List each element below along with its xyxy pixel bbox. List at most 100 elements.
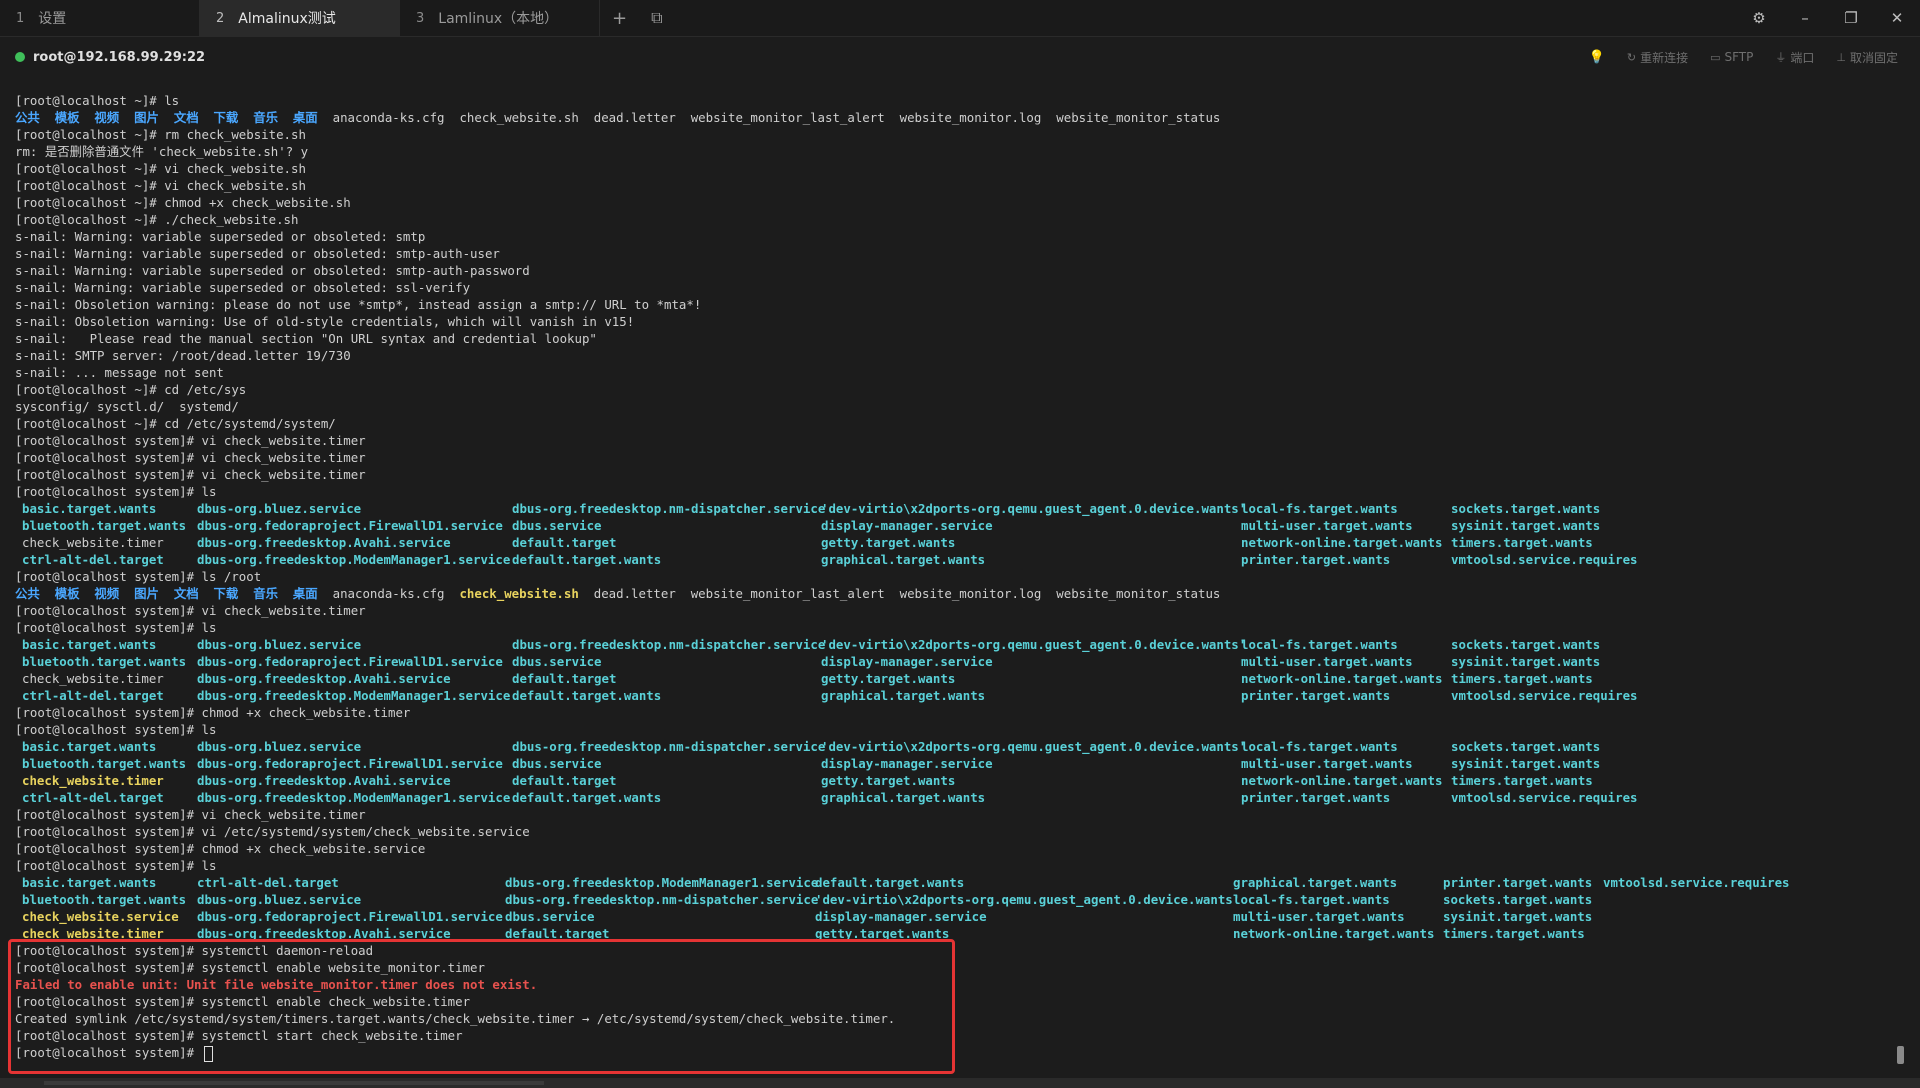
ls-file: website_monitor_status <box>1056 110 1221 125</box>
scrollbar[interactable] <box>1897 1046 1904 1064</box>
tab-almalinux[interactable]: 2 Almalinux测试 <box>200 0 400 36</box>
ls-row: check_website.timer dbus-org.freedesktop.… <box>15 772 1895 789</box>
close-icon[interactable]: ✕ <box>1874 0 1920 36</box>
ls-entry: bluetooth.target.wants <box>22 756 187 771</box>
ls-dir: 音乐 <box>253 586 278 601</box>
terminal-line: [root@localhost system]# vi /etc/systemd… <box>15 824 530 839</box>
port-button[interactable]: ⏚ 端口 <box>1775 49 1814 66</box>
unpin-button[interactable]: ⊥ 取消固定 <box>1836 49 1898 66</box>
ls-entry: graphical.target.wants <box>1233 875 1398 890</box>
ls-output-system: basic.target.wants dbus-org.bluez.service… <box>15 500 1895 568</box>
ls-entry: basic.target.wants <box>22 739 157 754</box>
ls-entry: graphical.target.wants <box>821 790 986 805</box>
ls-entry: dbus-org.freedesktop.ModemManager1.servi… <box>197 552 511 567</box>
terminal-line: s-nail: Please read the manual section "… <box>15 331 597 346</box>
ls-dir: 图片 <box>134 586 159 601</box>
terminal-line: [root@localhost system]# vi check_websit… <box>15 467 366 482</box>
minimize-icon[interactable]: – <box>1782 0 1828 36</box>
terminal-line: [root@localhost system]# ls <box>15 858 217 873</box>
refresh-icon: ↻ <box>1626 50 1637 64</box>
terminal-line: [root@localhost system]# chmod +x check_… <box>15 705 411 720</box>
ls-entry: printer.target.wants <box>1241 552 1391 567</box>
ls-entry: sockets.target.wants <box>1443 892 1593 907</box>
ls-row: ctrl-alt-del.target dbus-org.freedesktop.… <box>15 789 1895 806</box>
ls-entry: local-fs.target.wants <box>1241 637 1398 652</box>
ls-entry: timers.target.wants <box>1443 926 1585 941</box>
gear-icon[interactable]: ⚙ <box>1736 0 1782 36</box>
terminal-output[interactable]: [root@localhost ~]# ls 公共 模板 视频 图片 文档 下载… <box>15 92 1895 1067</box>
ls-entry: dbus-org.bluez.service <box>197 739 362 754</box>
ls-entry: vmtoolsd.service.requires <box>1603 875 1790 890</box>
ls-file: dead.letter <box>593 110 676 125</box>
sftp-button[interactable]: ▭ SFTP <box>1710 49 1753 66</box>
horizontal-scrollbar[interactable] <box>44 1081 544 1085</box>
terminal-line: [root@localhost system]# chmod +x check_… <box>15 841 426 856</box>
ls-entry: local-fs.target.wants <box>1241 501 1398 516</box>
terminal-line: [root@localhost system]# ls <box>15 620 217 635</box>
terminal-line: sysconfig/ sysctl.d/ systemd/ <box>15 399 239 414</box>
window-controls: ⚙ – ❐ ✕ <box>1736 0 1920 36</box>
ls-file: check_website.sh <box>459 110 579 125</box>
ls-row: ctrl-alt-del.target dbus-org.freedesktop.… <box>15 687 1895 704</box>
tab-label: Almalinux测试 <box>238 11 336 27</box>
ls-entry: getty.target.wants <box>821 773 956 788</box>
ls-output-system: basic.target.wants dbus-org.bluez.service… <box>15 636 1895 704</box>
ls-row: ctrl-alt-del.target dbus-org.freedesktop.… <box>15 551 1895 568</box>
ls-entry: display-manager.service <box>821 518 993 533</box>
ls-entry: dbus-org.freedesktop.ModemManager1.servi… <box>197 790 511 805</box>
port-label: 端口 <box>1790 50 1815 65</box>
session-tools: 💡 ↻ 重新连接 ▭ SFTP ⏚ 端口 ⊥ 取消固定 <box>1589 49 1898 66</box>
restore-icon[interactable]: ❐ <box>1828 0 1874 36</box>
unpin-label: 取消固定 <box>1849 50 1898 65</box>
bulb-icon[interactable]: 💡 <box>1589 49 1605 66</box>
ls-row: check_website.service dbus-org.fedoraproj… <box>15 908 1895 925</box>
ls-entry: default.target.wants <box>512 552 662 567</box>
ls-file: website_monitor_last_alert <box>690 110 885 125</box>
ls-output-system: basic.target.wants ctrl-alt-del.target dbu… <box>15 874 1895 942</box>
ls-entry: sysinit.target.wants <box>1451 654 1601 669</box>
ls-entry: network-online.target.wants <box>1241 671 1443 686</box>
ls-file: anaconda-ks.cfg <box>332 110 445 125</box>
ls-entry: dbus.service <box>512 756 602 771</box>
ls-entry: network-online.target.wants <box>1233 926 1435 941</box>
ls-entry: basic.target.wants <box>22 875 157 890</box>
ls-entry: display-manager.service <box>821 654 993 669</box>
terminal-block: [root@localhost system]# chmod +x check_… <box>15 704 1895 738</box>
ls-dir: 公共 <box>15 110 40 125</box>
ls-entry: ctrl-alt-del.target <box>22 688 164 703</box>
reconnect-button[interactable]: ↻ 重新连接 <box>1627 49 1688 66</box>
ls-entry: timers.target.wants <box>1451 671 1593 686</box>
terminal-line: [root@localhost ~]# ls <box>15 93 180 108</box>
ls-entry: dbus-org.fedoraproject.FirewallD1.servic… <box>197 756 503 771</box>
ls-file: anaconda-ks.cfg <box>332 586 445 601</box>
terminal-line: [root@localhost ~]# cd /etc/systemd/syst… <box>15 416 336 431</box>
ls-entry: ctrl-alt-del.target <box>22 790 164 805</box>
ls-entry: vmtoolsd.service.requires <box>1451 552 1638 567</box>
ls-entry: dbus.service <box>512 654 602 669</box>
ls-entry: check_website.timer <box>22 671 164 686</box>
ls-entry: default.target.wants <box>512 688 662 703</box>
ls-row: bluetooth.target.wants dbus-org.fedorapro… <box>15 755 1895 772</box>
ls-entry: printer.target.wants <box>1241 790 1391 805</box>
ls-entry: multi-user.target.wants <box>1241 756 1413 771</box>
connection-status-icon <box>15 52 25 62</box>
folder-icon: ▭ <box>1710 50 1721 64</box>
ls-entry: dbus-org.fedoraproject.FirewallD1.servic… <box>197 518 503 533</box>
layout-icon[interactable]: ⧉ <box>639 0 674 36</box>
terminal-line: s-nail: Warning: variable superseded or … <box>15 263 530 278</box>
ls-dir: 桌面 <box>292 586 318 601</box>
terminal-line: [root@localhost system]# vi check_websit… <box>15 450 366 465</box>
tab-lamlinux[interactable]: 3 Lamlinux（本地） <box>400 0 600 36</box>
tab-settings[interactable]: 1 设置 <box>0 0 200 36</box>
ls-entry: timers.target.wants <box>1451 773 1593 788</box>
ls-entry: sockets.target.wants <box>1451 501 1601 516</box>
terminal-line: s-nail: SMTP server: /root/dead.letter 1… <box>15 348 351 363</box>
tab-number: 1 <box>16 10 25 26</box>
ls-entry: default.target <box>512 773 617 788</box>
ls-dir: 模板 <box>54 586 80 601</box>
ls-entry: sysinit.target.wants <box>1451 518 1601 533</box>
ls-entry: sockets.target.wants <box>1451 637 1601 652</box>
ls-entry: multi-user.target.wants <box>1241 518 1413 533</box>
terminal-line: [root@localhost ~]# cd /etc/sys <box>15 382 247 397</box>
add-tab-icon[interactable]: + <box>600 0 639 36</box>
